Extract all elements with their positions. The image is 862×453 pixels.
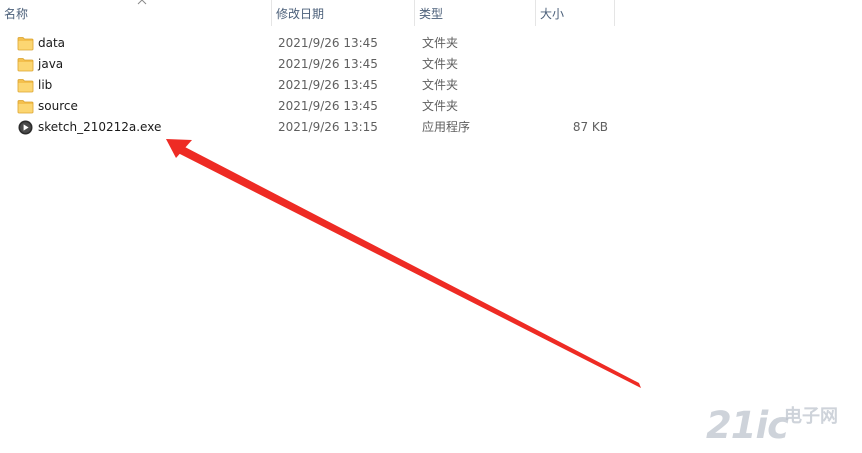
file-date: 2021/9/26 13:45: [278, 57, 378, 71]
folder-icon: [17, 79, 34, 93]
watermark-right-text: 电子网: [784, 406, 838, 427]
file-size: [540, 96, 608, 117]
file-type: 文件夹: [422, 57, 459, 71]
file-date: 2021/9/26 13:45: [278, 36, 378, 50]
folder-icon: [17, 37, 34, 51]
column-header-name[interactable]: 名称: [0, 0, 272, 26]
file-size: [540, 33, 608, 54]
arrow-head: [166, 139, 192, 158]
column-divider[interactable]: [614, 0, 615, 26]
column-header-type[interactable]: 类型: [415, 0, 535, 26]
file-row-lib[interactable]: lib 2021/9/26 13:45 文件夹: [0, 75, 862, 96]
file-date: 2021/9/26 13:45: [278, 99, 378, 113]
column-header-type-label: 类型: [419, 7, 444, 21]
file-type: 文件夹: [422, 36, 459, 50]
column-header-bar: 名称 修改日期 类型 大小: [0, 0, 862, 26]
watermark-left-text: 21ic: [706, 404, 789, 447]
file-name: java: [38, 57, 64, 71]
file-name: sketch_210212a.exe: [38, 120, 162, 134]
file-date: 2021/9/26 13:45: [278, 78, 378, 92]
file-name: source: [38, 99, 78, 113]
file-date: 2021/9/26 13:15: [278, 120, 378, 134]
arrow-shaft: [178, 146, 641, 388]
column-header-size-label: 大小: [540, 7, 565, 21]
file-row-sketch-exe[interactable]: sketch_210212a.exe 2021/9/26 13:15 应用程序 …: [0, 117, 862, 138]
file-type: 应用程序: [422, 120, 471, 134]
file-row-java[interactable]: java 2021/9/26 13:45 文件夹: [0, 54, 862, 75]
file-type: 文件夹: [422, 99, 459, 113]
file-row-source[interactable]: source 2021/9/26 13:45 文件夹: [0, 96, 862, 117]
play-app-icon: [18, 120, 33, 135]
file-row-data[interactable]: data 2021/9/26 13:45 文件夹: [0, 33, 862, 54]
column-header-date-label: 修改日期: [276, 7, 325, 21]
column-header-size[interactable]: 大小: [536, 0, 615, 26]
file-size: [540, 54, 608, 75]
file-name: lib: [38, 78, 53, 92]
file-size: 87 KB: [572, 120, 608, 134]
folder-icon: [17, 100, 34, 114]
column-header-date[interactable]: 修改日期: [272, 0, 415, 26]
file-name: data: [38, 36, 66, 50]
file-type: 文件夹: [422, 78, 459, 92]
sort-ascending-icon: [137, 0, 147, 5]
file-size: [540, 75, 608, 96]
column-header-name-label: 名称: [4, 7, 29, 21]
file-list: data 2021/9/26 13:45 文件夹 java 2021/9/26 …: [0, 33, 862, 138]
folder-icon: [17, 58, 34, 72]
